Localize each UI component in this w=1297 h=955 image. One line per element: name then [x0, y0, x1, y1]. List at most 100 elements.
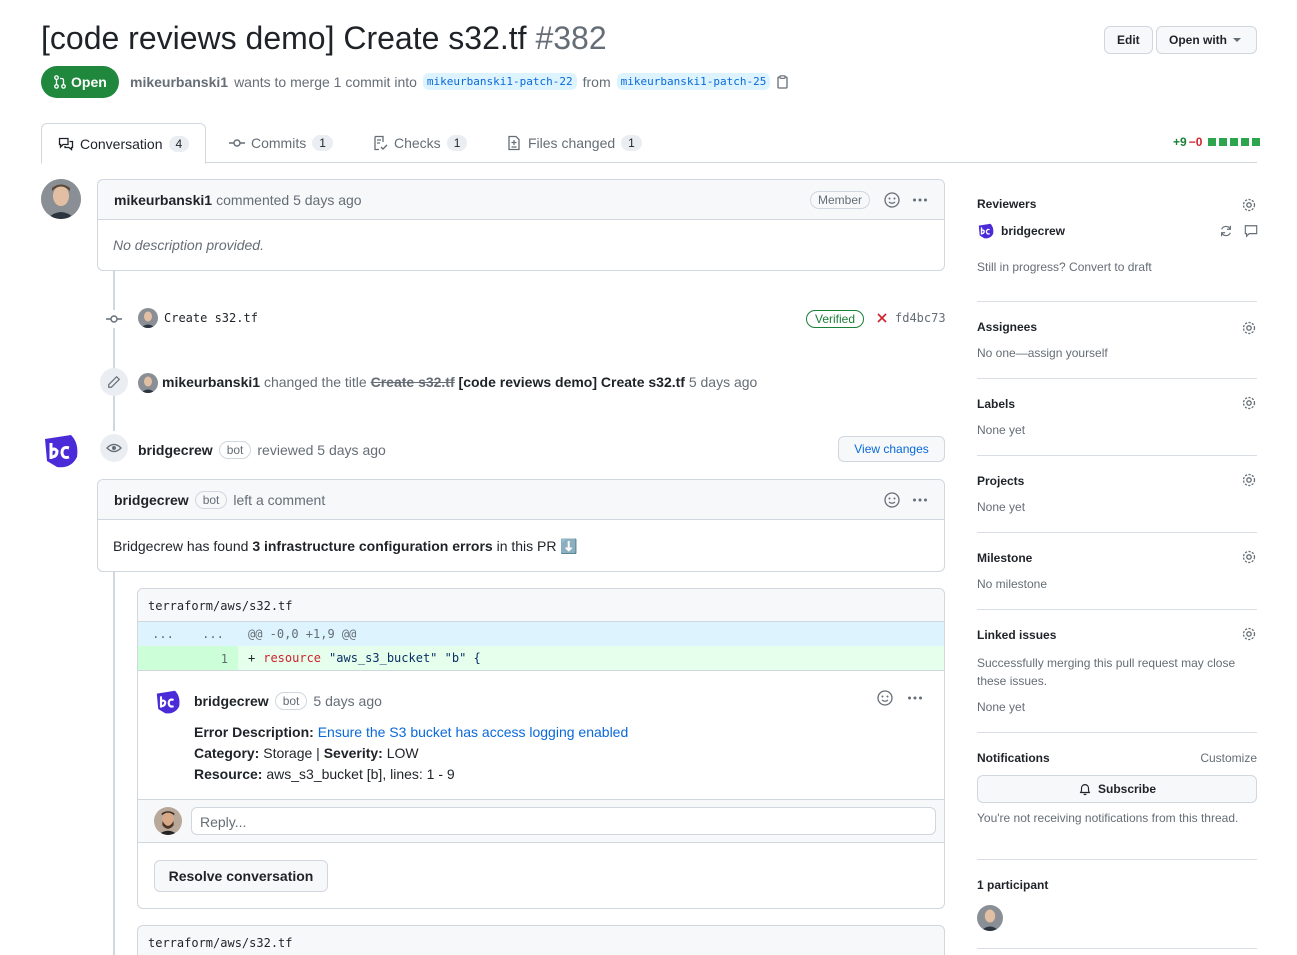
commit-message[interactable]: Create s32.tf — [164, 311, 258, 325]
git-commit-icon — [229, 139, 245, 147]
commit-node — [105, 310, 123, 328]
category-label: Category: — [194, 745, 260, 761]
tab-files-changed[interactable]: Files changed 1 — [490, 123, 658, 163]
tab-commits[interactable]: Commits 1 — [213, 123, 349, 163]
user-avatar-icon — [41, 179, 81, 219]
body-post: in this PR — [496, 538, 557, 554]
milestone-value: No milestone — [977, 577, 1048, 591]
assignees-title[interactable]: Assignees — [977, 320, 1257, 334]
pr-title-text: [code reviews demo] Create s32.tf — [41, 20, 527, 56]
reviewers-title[interactable]: Reviewers — [977, 197, 1257, 211]
expand-left[interactable]: ... — [138, 627, 188, 641]
diffstat-block — [1219, 138, 1228, 146]
review-comment-action: left a comment — [233, 491, 326, 508]
sidebar-projects: Projects None yet — [977, 456, 1257, 533]
error-description-link[interactable]: Ensure the S3 bucket has access logging … — [318, 724, 629, 740]
title-change-text: changed the title — [263, 374, 367, 390]
gear-icon[interactable] — [1241, 549, 1257, 565]
user-avatar-icon — [138, 308, 158, 328]
gear-icon[interactable] — [1241, 626, 1257, 642]
smiley-icon[interactable] — [877, 690, 893, 706]
head-branch[interactable]: mikeurbanski1-patch-25 — [616, 73, 771, 90]
timeline-line — [113, 271, 115, 431]
bridgecrew-avatar[interactable] — [154, 688, 182, 716]
sidebar-linked-issues: Linked issues Successfully merging this … — [977, 610, 1257, 733]
commit-sha[interactable]: fd4bc73 — [895, 311, 946, 325]
sidebar-labels: Labels None yet — [977, 379, 1257, 456]
base-branch[interactable]: mikeurbanski1-patch-22 — [422, 73, 577, 90]
copy-icon[interactable] — [776, 74, 790, 89]
reviewer-name[interactable]: bridgecrew — [1001, 224, 1065, 238]
sync-icon[interactable] — [1219, 224, 1233, 238]
bell-icon — [1079, 784, 1091, 796]
open-with-label: Open with — [1169, 33, 1227, 47]
title-change-author[interactable]: mikeurbanski1 — [162, 374, 260, 390]
avatar[interactable] — [138, 308, 158, 328]
verified-badge[interactable]: Verified — [806, 310, 865, 328]
sidebar-participants: 1 participant — [977, 860, 1257, 949]
gear-icon[interactable] — [1241, 197, 1257, 213]
smiley-icon[interactable] — [884, 191, 900, 208]
comment-author[interactable]: mikeurbanski1 — [114, 192, 212, 208]
gear-icon[interactable] — [1241, 472, 1257, 488]
view-changes-button[interactable]: View changes — [838, 436, 945, 462]
tab-checks-count: 1 — [446, 135, 468, 151]
subscribe-button[interactable]: Subscribe — [977, 775, 1257, 803]
tab-conversation[interactable]: Conversation 4 — [41, 123, 207, 164]
pr-state-label: Open — [71, 74, 107, 90]
sidebar-milestone: Milestone No milestone — [977, 533, 1257, 610]
bridgecrew-logo-icon — [154, 688, 182, 716]
kebab-horizontal-icon[interactable] — [912, 492, 928, 508]
convert-to-draft-link[interactable]: Still in progress? Convert to draft — [977, 260, 1257, 274]
participant-avatar[interactable] — [977, 905, 1003, 931]
open-with-button[interactable]: Open with — [1156, 26, 1257, 54]
tab-checks[interactable]: Checks 1 — [356, 123, 483, 163]
pr-state-badge: Open — [41, 66, 119, 98]
kebab-horizontal-icon[interactable] — [912, 192, 928, 208]
gear-icon[interactable] — [1241, 320, 1257, 336]
file-path[interactable]: terraform/aws/s32.tf — [138, 926, 944, 955]
milestone-title[interactable]: Milestone — [977, 551, 1257, 565]
projects-title[interactable]: Projects — [977, 474, 1257, 488]
pr-author-link[interactable]: mikeurbanski1 — [130, 74, 228, 90]
resource-label: Resource: — [194, 766, 263, 782]
diff-hunk-header: ... ... @@ -0,0 +1,9 @@ — [138, 622, 944, 646]
avatar[interactable] — [41, 179, 81, 219]
resolve-conversation-button[interactable]: Resolve conversation — [154, 860, 328, 892]
labels-title[interactable]: Labels — [977, 397, 1257, 411]
gear-icon[interactable] — [1241, 395, 1257, 411]
page-title: [code reviews demo] Create s32.tf #382 — [41, 20, 607, 57]
bridgecrew-logo-icon — [978, 223, 994, 239]
bot-badge: bot — [194, 490, 228, 509]
reply-input[interactable]: Reply... — [191, 807, 936, 835]
bridgecrew-avatar[interactable] — [41, 431, 81, 471]
user-avatar-icon — [977, 905, 1003, 931]
smiley-icon[interactable] — [884, 491, 900, 508]
review-comment-body: Bridgecrew has found 3 infrastructure co… — [98, 520, 944, 573]
diffstat-block — [1208, 138, 1217, 146]
inline-comment-author[interactable]: bridgecrew — [194, 693, 269, 709]
avatar[interactable] — [154, 807, 182, 835]
sidebar-assignees: Assignees No one—assign yourself — [977, 302, 1257, 379]
kebab-horizontal-icon[interactable] — [907, 690, 923, 706]
title-change-event: mikeurbanski1 changed the title Create s… — [162, 374, 757, 390]
review-author[interactable]: bridgecrew — [138, 442, 213, 458]
tab-conversation-label: Conversation — [80, 135, 163, 152]
resource-value: aws_s3_bucket [b], lines: 1 - 9 — [266, 766, 455, 782]
x-icon[interactable] — [876, 312, 888, 324]
edit-button[interactable]: Edit — [1104, 26, 1153, 54]
merge-text: wants to merge 1 commit into — [234, 73, 417, 90]
file-path[interactable]: terraform/aws/s32.tf — [138, 589, 944, 622]
customize-link[interactable]: Customize — [1200, 751, 1257, 765]
checklist-icon — [374, 135, 388, 151]
comment-header: mikeurbanski1 commented 5 days ago Membe… — [98, 180, 944, 220]
review-comment-header: bridgecrew bot left a comment — [98, 480, 944, 520]
linked-issues-title[interactable]: Linked issues — [977, 628, 1257, 642]
review-comment-author[interactable]: bridgecrew — [114, 492, 189, 508]
body-pre: Bridgecrew has found — [113, 538, 249, 554]
hunk-header-text: @@ -0,0 +1,9 @@ — [248, 627, 357, 641]
assignees-value[interactable]: No one—assign yourself — [977, 346, 1257, 360]
expand-right[interactable]: ... — [188, 627, 238, 641]
avatar[interactable] — [138, 373, 158, 393]
comment-icon[interactable] — [1244, 224, 1258, 238]
